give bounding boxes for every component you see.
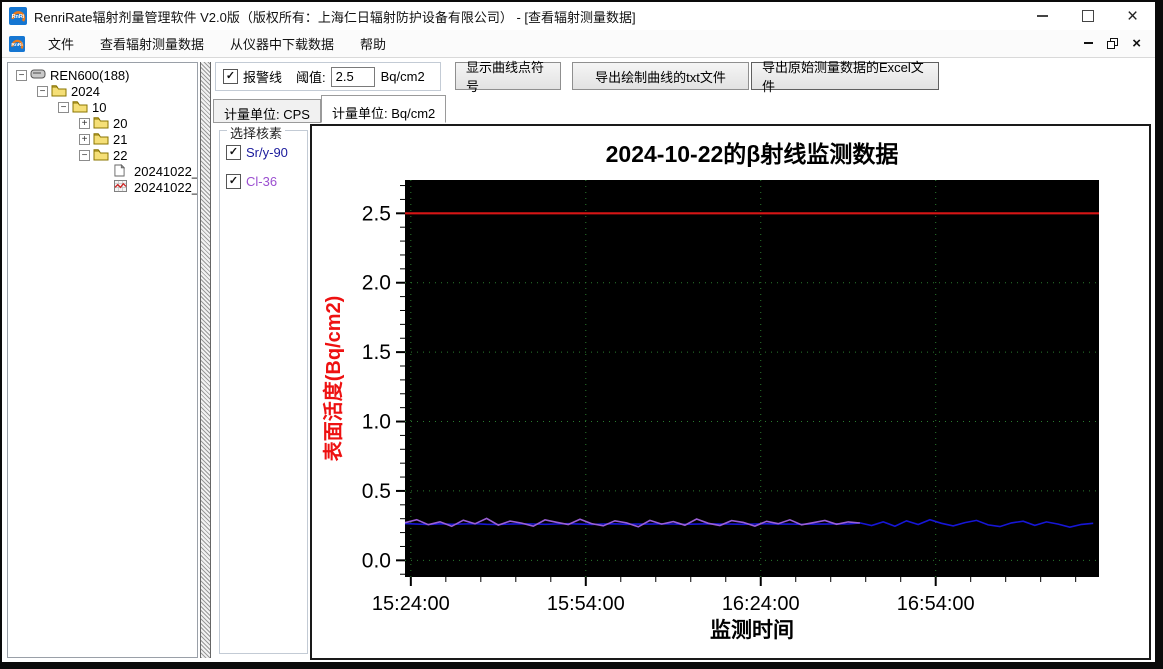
beta-monitor-chart: 0.0 0.5 1.0 1.5 2.0 2.5 15:24:00 15:54:00 16:24:…: [321, 141, 1099, 642]
title-bar: RnRi RenriRate辐射剂量管理软件 V2.0版（版权所有：上海仁日辐射…: [2, 2, 1155, 31]
plot-area: [405, 180, 1099, 577]
window-title: RenriRate辐射剂量管理软件 V2.0版（版权所有：上海仁日辐射防护设备有…: [34, 9, 636, 25]
window-frame: RnRi RenriRate辐射剂量管理软件 V2.0版（版权所有：上海仁日辐射…: [2, 2, 1155, 662]
x-tick-label: 15:54:00: [547, 593, 625, 615]
tree-toggle-collapse-icon[interactable]: −: [37, 85, 48, 97]
svg-text:RnRi: RnRi: [12, 14, 25, 20]
nuclide-checkbox-Sr/y-90[interactable]: ✓: [226, 145, 241, 160]
nuclide-checkbox-Cl-36[interactable]: ✓: [226, 174, 241, 189]
mdi-restore-button[interactable]: [1107, 38, 1119, 49]
x-axis-label: 监测时间: [710, 618, 794, 642]
mdi-close-button[interactable]: ×: [1132, 35, 1141, 52]
folder-icon: [93, 116, 109, 130]
tree-item-label: 20: [113, 115, 128, 131]
panel-splitter[interactable]: [200, 62, 211, 658]
measurement-tree-panel[interactable]: −REN600(188)−2024−10+20+21−2220241022_α2…: [7, 62, 198, 658]
tree-toggle-expand-icon[interactable]: +: [79, 117, 90, 129]
mdi-document-icon: RnRi: [9, 35, 25, 52]
export-raw-excel-button[interactable]: 导出原始测量数据的Excel文件: [751, 60, 939, 94]
minimize-icon: [1037, 15, 1048, 17]
y-tick-label: 2.5: [362, 202, 391, 225]
tree-item-label: 21: [113, 131, 128, 147]
doc-icon: [114, 163, 130, 178]
nuclide-label: Cl-36: [246, 174, 278, 189]
nuclide-select-panel: 选择核素 ✓ Sr/y-90 ✓ Cl-36: [219, 123, 308, 654]
tree-toggle-expand-icon[interactable]: +: [79, 133, 90, 145]
unit-tabstrip: 计量单位: CPS 计量单位: Bq/cm2: [213, 95, 447, 123]
tree-item-21[interactable]: +21: [8, 131, 197, 147]
alarm-line-label: 报警线: [243, 70, 283, 85]
menu-item-view-measure-data[interactable]: 查看辐射测量数据: [90, 30, 214, 57]
tree-item-20241022_β[interactable]: 20241022_β: [8, 179, 197, 195]
y-tick-label: 2.0: [362, 272, 391, 295]
tree-item-label: REN600(188): [50, 67, 130, 83]
device-icon: [30, 68, 46, 82]
nuclide-panel-title: 选择核素: [227, 123, 286, 142]
alarm-line-checkbox[interactable]: ✓: [223, 69, 238, 84]
folder-icon: [51, 84, 67, 98]
mdi-minimize-button[interactable]: [1084, 42, 1094, 45]
tree-item-20[interactable]: +20: [8, 115, 197, 131]
close-icon: ×: [1126, 5, 1139, 27]
menu-item-file[interactable]: 文件: [38, 30, 84, 57]
chart-icon: [114, 180, 130, 194]
tree-item-label: 20241022_β: [134, 179, 197, 195]
tree-item-20241022_α[interactable]: 20241022_α: [8, 163, 197, 179]
chart-container: 0.0 0.5 1.0 1.5 2.0 2.5 15:24:00 15:54:00 16:24:…: [310, 124, 1151, 660]
tree-item-label: 10: [92, 99, 107, 115]
close-button[interactable]: ×: [1110, 2, 1155, 30]
y-tick-label: 1.5: [362, 341, 391, 364]
maximize-button[interactable]: [1065, 2, 1110, 30]
menu-item-download-from-device[interactable]: 从仪器中下载数据: [220, 30, 344, 57]
nuclide-label: Sr/y-90: [246, 145, 288, 160]
tree-item-label: 2024: [71, 83, 100, 99]
tab-unit-cps[interactable]: 计量单位: CPS: [213, 99, 321, 123]
y-tick-label: 1.0: [362, 411, 391, 434]
y-tick-label: 0.5: [362, 480, 391, 503]
app-window: RnRi RenriRate辐射剂量管理软件 V2.0版（版权所有：上海仁日辐射…: [0, 0, 1163, 669]
menu-item-help[interactable]: 帮助: [350, 30, 396, 57]
nuclide-row-Cl-36: ✓ Cl-36: [226, 174, 307, 189]
menu-bar: RnRi 文件 查看辐射测量数据 从仪器中下载数据 帮助 ×: [2, 30, 1155, 58]
tree-toggle-collapse-icon[interactable]: −: [58, 101, 69, 113]
tab-unit-bqcm2[interactable]: 计量单位: Bq/cm2: [320, 95, 447, 123]
y-axis-label: 表面活度(Bq/cm2): [321, 296, 345, 462]
window-controls: ×: [1020, 2, 1155, 30]
mdi-minimize-icon: [1084, 42, 1094, 44]
tree-item-label: 20241022_α: [134, 163, 197, 179]
threshold-unit-label: Bq/cm2: [380, 69, 425, 84]
mdi-restore-icon: [1107, 38, 1119, 49]
tree-item-label: 22: [113, 147, 128, 163]
tree-item-REN600(188)[interactable]: − REN600(188): [8, 67, 197, 83]
minimize-button[interactable]: [1020, 2, 1065, 30]
svg-text:RnRi: RnRi: [11, 41, 23, 47]
x-tick-label: 15:24:00: [372, 593, 450, 615]
content-area: −REN600(188)−2024−10+20+21−2220241022_α2…: [2, 58, 1155, 662]
nuclide-row-Sr/y-90: ✓ Sr/y-90: [226, 145, 307, 160]
maximize-icon: [1081, 10, 1094, 22]
alarm-line-group: ✓ 报警线 阈值: Bq/cm2: [215, 62, 441, 91]
tree-item-10[interactable]: − 10: [8, 99, 197, 115]
folder-icon: [93, 132, 109, 146]
export-curve-txt-button[interactable]: 导出绘制曲线的txt文件: [572, 62, 749, 90]
x-tick-label: 16:24:00: [722, 593, 800, 615]
tree-toggle-collapse-icon[interactable]: −: [16, 69, 27, 81]
folder-icon: [93, 148, 109, 162]
mdi-window-controls: ×: [1084, 35, 1141, 52]
folder-icon: [72, 100, 88, 114]
show-curve-points-button[interactable]: 显示曲线点符号: [455, 60, 561, 94]
tree-item-2024[interactable]: − 2024: [8, 83, 197, 99]
tree-toggle-collapse-icon[interactable]: −: [79, 149, 90, 161]
x-tick-label: 16:54:00: [897, 593, 975, 615]
chart-title: 2024-10-22的β射线监测数据: [606, 141, 899, 167]
y-tick-label: 0.0: [362, 549, 391, 572]
threshold-input[interactable]: [330, 66, 375, 87]
app-logo-icon: RnRi: [9, 7, 27, 25]
tree-item-22[interactable]: − 22: [8, 147, 197, 163]
threshold-label: 阈值:: [296, 70, 326, 85]
